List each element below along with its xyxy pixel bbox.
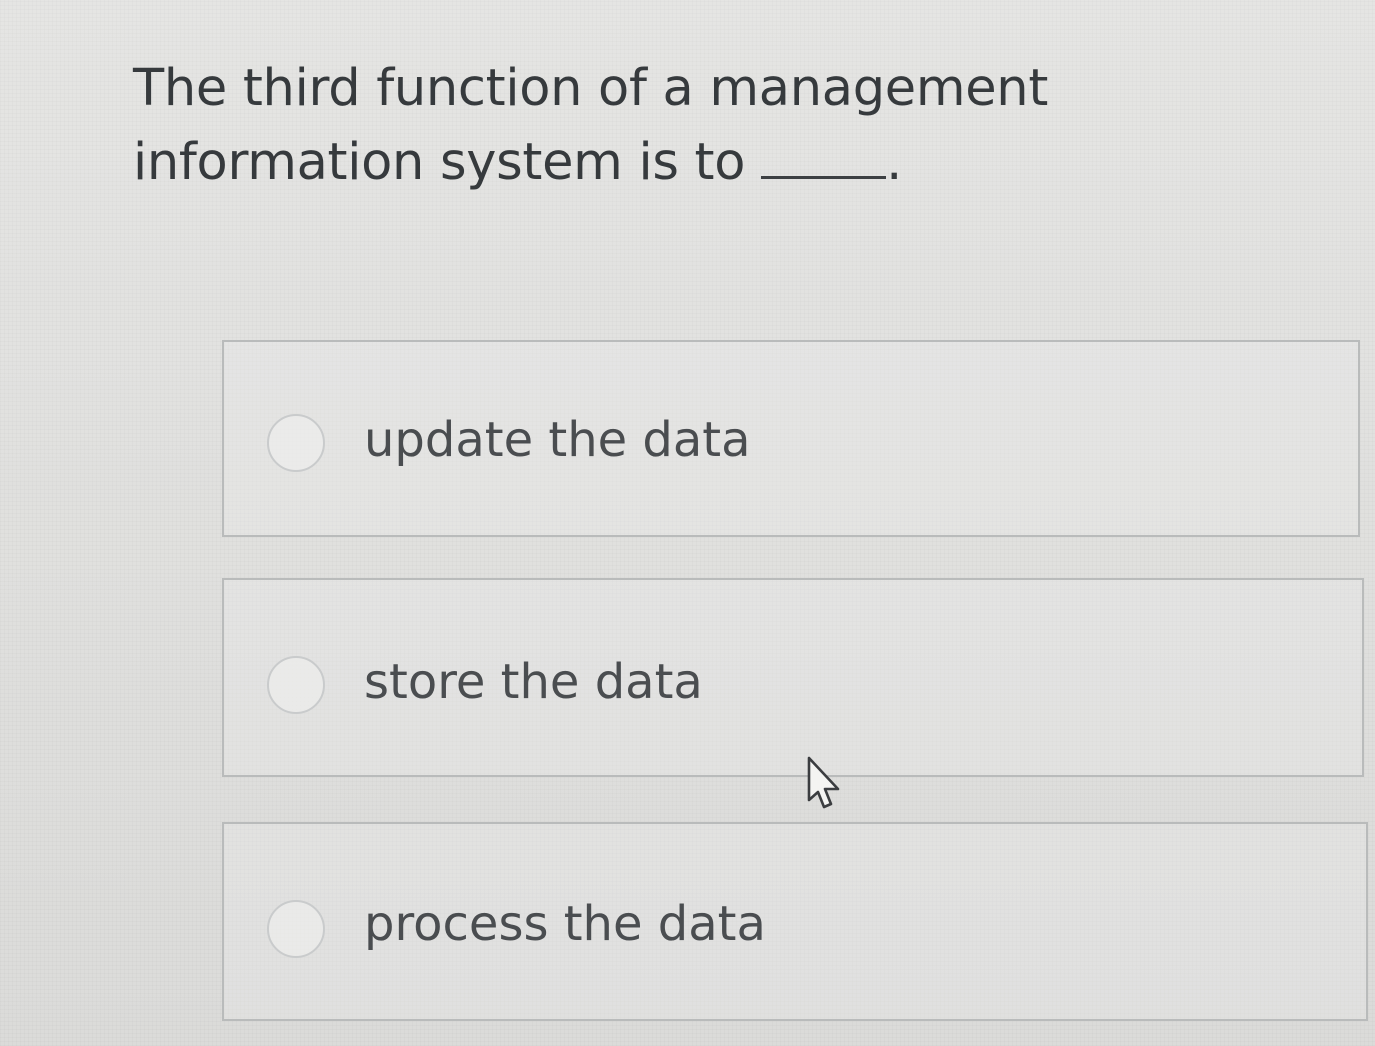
screen-background: The third function of a management infor…	[0, 0, 1375, 1046]
radio-button-icon[interactable]	[267, 414, 325, 472]
option-label: process the data	[364, 896, 766, 952]
option-label: update the data	[364, 412, 751, 468]
answer-option-process-the-data[interactable]: process the data	[222, 822, 1368, 1021]
hand-pointer-cursor-icon	[807, 756, 840, 809]
answer-option-store-the-data[interactable]: store the data	[222, 578, 1364, 777]
question-period: .	[886, 133, 903, 192]
option-label: store the data	[364, 654, 703, 710]
answer-option-update-the-data[interactable]: update the data	[222, 340, 1360, 537]
radio-button-icon[interactable]	[267, 900, 325, 958]
question-prompt: The third function of a management infor…	[133, 52, 1253, 200]
question-text: The third function of a management infor…	[133, 59, 1049, 192]
answer-blank	[761, 142, 887, 179]
radio-button-icon[interactable]	[267, 656, 325, 714]
